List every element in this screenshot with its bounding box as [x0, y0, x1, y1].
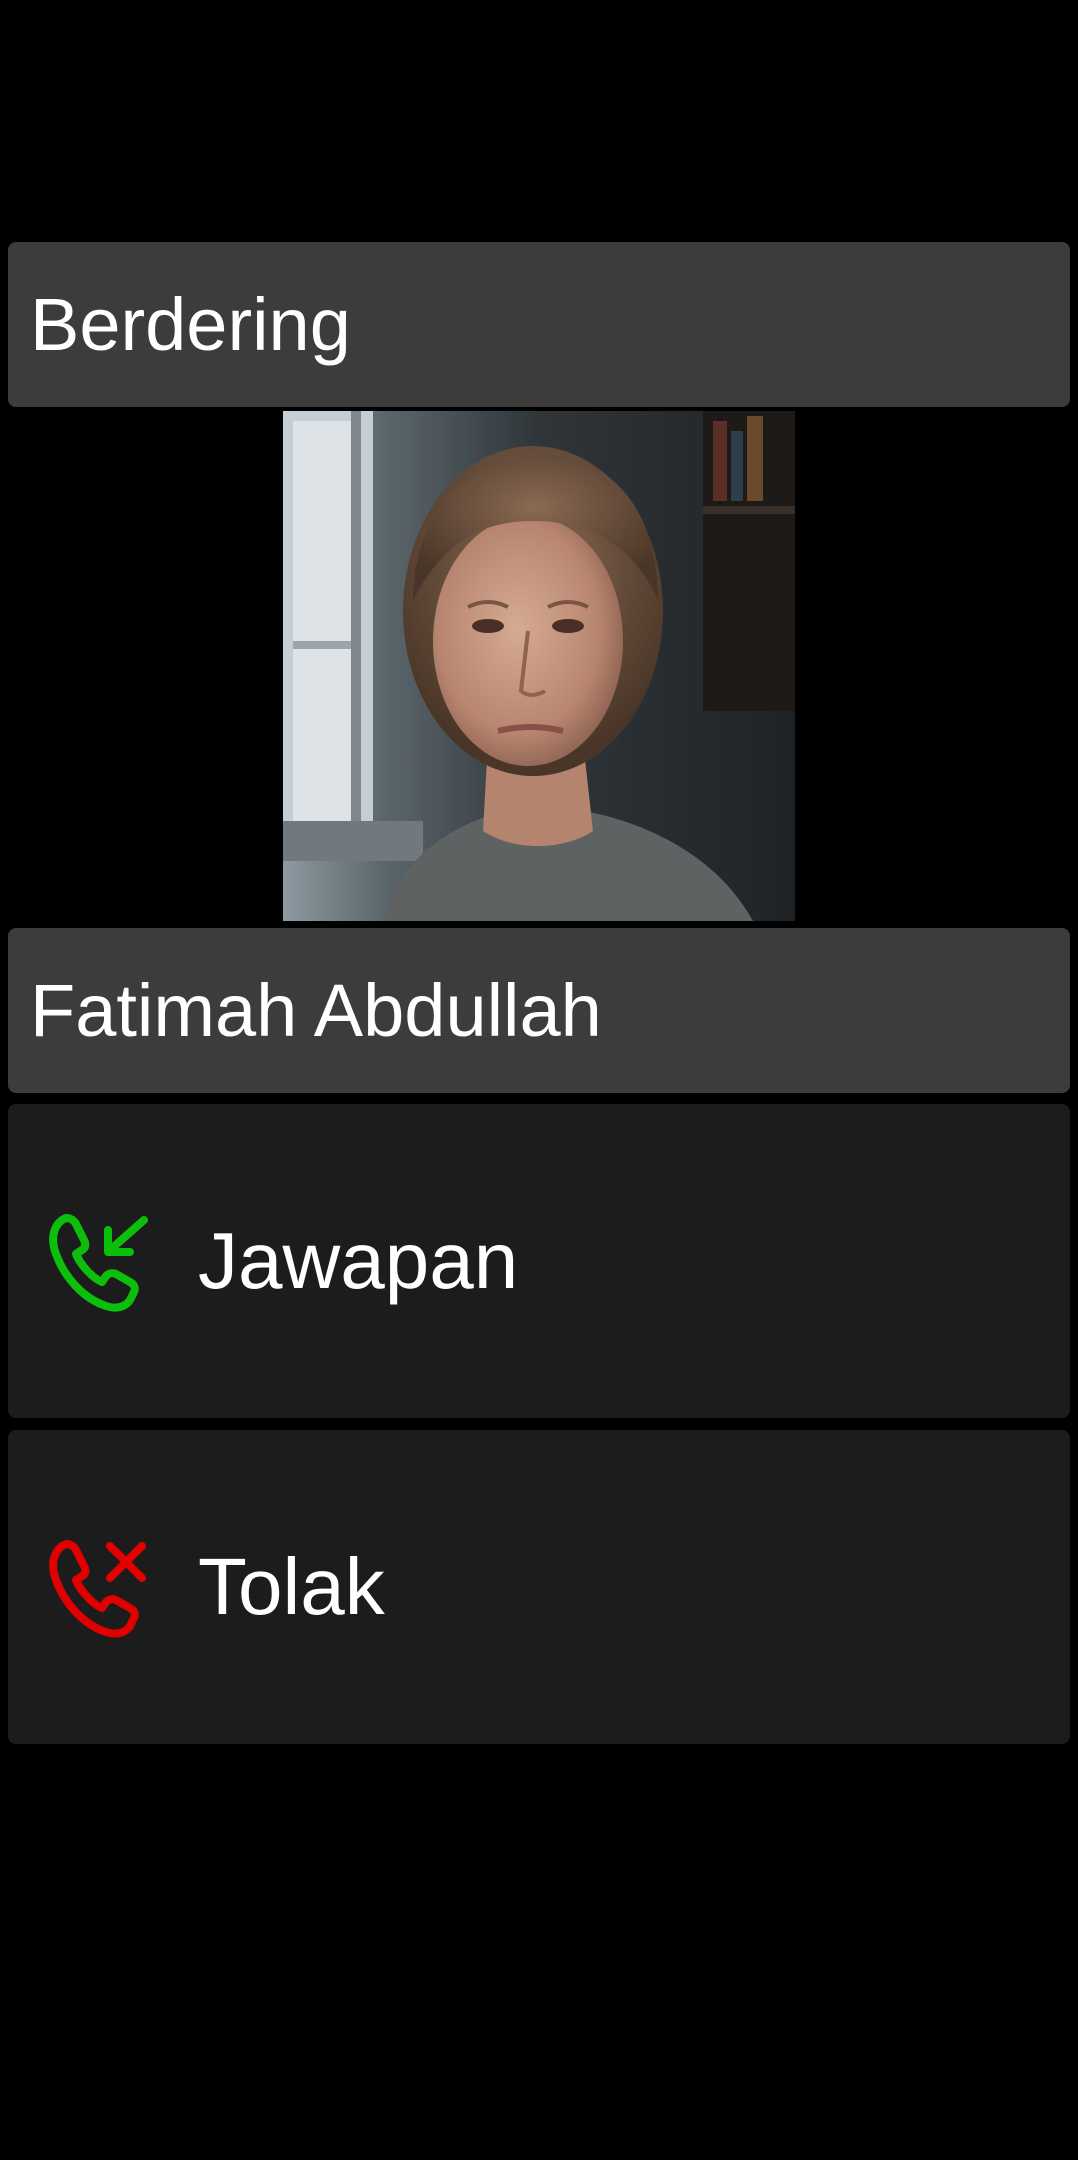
reject-button[interactable]: Tolak: [8, 1430, 1070, 1744]
answer-label: Jawapan: [198, 1216, 519, 1305]
phone-decline-icon: [44, 1532, 154, 1642]
call-status-label: Berdering: [30, 282, 351, 366]
reject-label: Tolak: [198, 1542, 385, 1631]
answer-button[interactable]: Jawapan: [8, 1104, 1070, 1418]
phone-incoming-icon: [44, 1206, 154, 1316]
caller-photo: [283, 411, 795, 921]
call-status-bar: Berdering: [8, 242, 1070, 407]
caller-name-bar: Fatimah Abdullah: [8, 928, 1070, 1093]
caller-name: Fatimah Abdullah: [30, 968, 602, 1052]
